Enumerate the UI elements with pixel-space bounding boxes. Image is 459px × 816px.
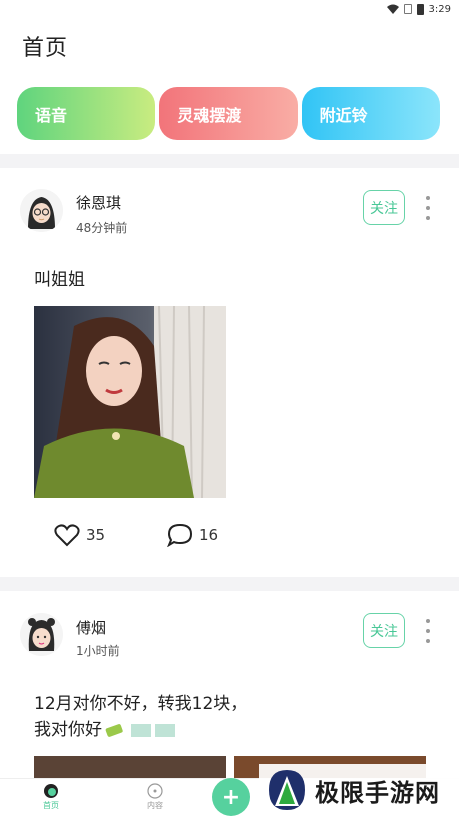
more-options-icon[interactable] bbox=[420, 196, 436, 220]
heart-icon bbox=[54, 524, 80, 547]
discover-icon bbox=[147, 783, 163, 799]
battery-icon bbox=[416, 3, 424, 15]
avatar-illustration-icon bbox=[20, 613, 63, 656]
nav-home[interactable]: 首页 bbox=[31, 783, 71, 811]
status-time: 3:29 bbox=[428, 3, 451, 15]
post-time: 1小时前 bbox=[76, 644, 120, 658]
like-button[interactable]: 35 bbox=[54, 523, 105, 547]
photo-portrait-image bbox=[34, 306, 226, 498]
wifi-icon bbox=[386, 4, 399, 14]
comment-count: 16 bbox=[199, 526, 219, 544]
nav-discover[interactable]: 内容 bbox=[135, 783, 175, 811]
home-icon bbox=[44, 784, 58, 798]
comment-button[interactable]: 16 bbox=[167, 523, 218, 547]
page-title: 首页 bbox=[22, 36, 69, 61]
like-count: 35 bbox=[86, 526, 106, 544]
follow-button[interactable]: 关注 bbox=[363, 613, 405, 648]
sim-icon bbox=[403, 4, 412, 14]
watermark: 极限手游网 bbox=[259, 764, 459, 816]
post-card: 傅烟 1小时前 关注 12月对你不好，转我12块， 我对你好 bbox=[0, 591, 459, 778]
avatar[interactable] bbox=[20, 613, 63, 656]
watermark-text: 极限手游网 bbox=[315, 777, 440, 807]
tab-nearby[interactable]: 附近铃 bbox=[301, 87, 440, 140]
money-emoji-icon bbox=[105, 724, 175, 737]
add-post-button[interactable]: + bbox=[212, 778, 250, 816]
user-name[interactable]: 徐恩琪 bbox=[76, 192, 121, 213]
section-divider bbox=[0, 154, 459, 168]
post-text: 叫姐姐 bbox=[34, 270, 85, 290]
watermark-logo-icon bbox=[269, 770, 305, 810]
user-name[interactable]: 傅烟 bbox=[76, 617, 106, 638]
section-divider bbox=[0, 577, 459, 591]
nav-discover-label: 内容 bbox=[147, 801, 163, 810]
tab-soul-ferry[interactable]: 灵魂摆渡 bbox=[159, 87, 298, 140]
post-photo[interactable] bbox=[34, 306, 226, 498]
status-bar: 3:29 bbox=[0, 0, 459, 18]
avatar[interactable] bbox=[20, 189, 63, 232]
post-card: 徐恩琪 48分钟前 关注 叫姐姐 35 16 bbox=[0, 168, 459, 576]
post-photo[interactable] bbox=[34, 756, 226, 778]
category-tabs: 语音 灵魂摆渡 附近铃 bbox=[17, 87, 440, 140]
post-text-line: 我对你好 bbox=[34, 717, 247, 743]
post-text-line: 12月对你不好，转我12块， bbox=[34, 694, 248, 714]
post-time: 48分钟前 bbox=[76, 221, 128, 235]
post-text: 12月对你不好，转我12块， 我对你好 bbox=[34, 691, 247, 743]
avatar-illustration-icon bbox=[20, 189, 63, 232]
tab-voice[interactable]: 语音 bbox=[17, 87, 156, 140]
comment-icon bbox=[167, 523, 193, 547]
more-options-icon[interactable] bbox=[420, 619, 436, 643]
follow-button[interactable]: 关注 bbox=[363, 190, 405, 225]
nav-home-label: 首页 bbox=[43, 801, 59, 810]
post-text-segment: 我对你好 bbox=[34, 720, 102, 740]
